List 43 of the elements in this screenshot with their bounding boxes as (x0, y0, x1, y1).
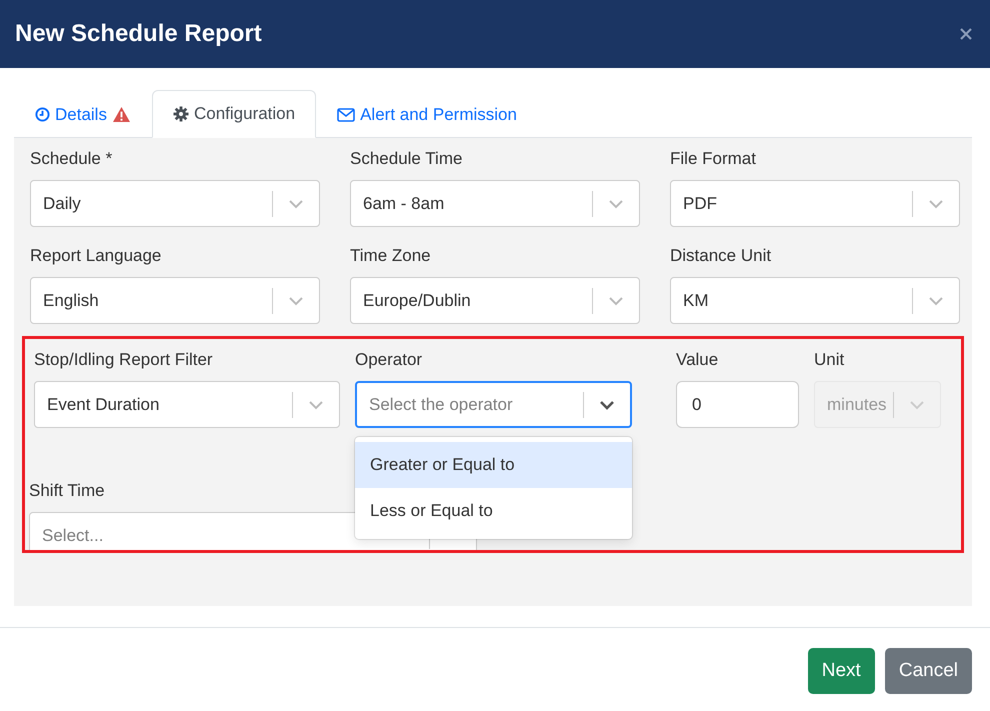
dropdown-option[interactable]: Greater or Equal to (355, 442, 632, 488)
envelope-icon (337, 108, 356, 122)
close-button[interactable] (958, 26, 974, 42)
field-label: Schedule Time (350, 148, 462, 170)
warning-icon (112, 106, 131, 123)
field-label: Distance Unit (670, 245, 772, 267)
field-label: Unit (814, 349, 844, 371)
chevron-down-icon (289, 296, 303, 304)
chevron-down-icon (289, 200, 303, 208)
gear-icon (172, 106, 189, 122)
dropdown-option[interactable]: Less or Equal to (355, 488, 632, 534)
chevron-down-icon (600, 400, 614, 408)
field-label: Stop/Idling Report Filter (34, 349, 213, 371)
chevron-down-icon (910, 400, 924, 408)
next-button[interactable]: Next (808, 648, 875, 694)
field-label: Schedule * (30, 148, 112, 170)
field-label: Value (676, 349, 718, 371)
tab[interactable]: Alert and Permission (316, 90, 538, 138)
clock-icon (35, 107, 50, 122)
select-field[interactable]: English (30, 277, 320, 324)
select-field[interactable]: PDF (670, 180, 960, 227)
tab[interactable]: Configuration (152, 90, 316, 138)
chevron-down-icon (609, 200, 623, 208)
field-label: File Format (670, 148, 756, 170)
chevron-down-icon (309, 400, 323, 408)
value-field[interactable]: 0 (676, 381, 799, 428)
dialog-title: New Schedule Report (15, 20, 262, 48)
field-label: Report Language (30, 245, 162, 267)
select-field[interactable]: Event Duration (34, 381, 340, 428)
cancel-button[interactable]: Cancel (884, 648, 972, 694)
select-field[interactable]: Select the operator (355, 381, 632, 428)
chevron-down-icon (929, 296, 943, 304)
field-label: Operator (355, 349, 422, 371)
field-label: Time Zone (350, 245, 431, 267)
select-field[interactable]: Daily (30, 180, 320, 227)
select-field[interactable]: 6am - 8am (350, 180, 640, 227)
close-icon (958, 26, 974, 42)
tab[interactable]: Details (14, 90, 152, 138)
field-label: Shift Time (29, 480, 105, 502)
chevron-down-icon (929, 200, 943, 208)
select-field[interactable]: Europe/Dublin (350, 277, 640, 324)
select-field[interactable]: KM (670, 277, 960, 324)
chevron-down-icon (609, 296, 623, 304)
